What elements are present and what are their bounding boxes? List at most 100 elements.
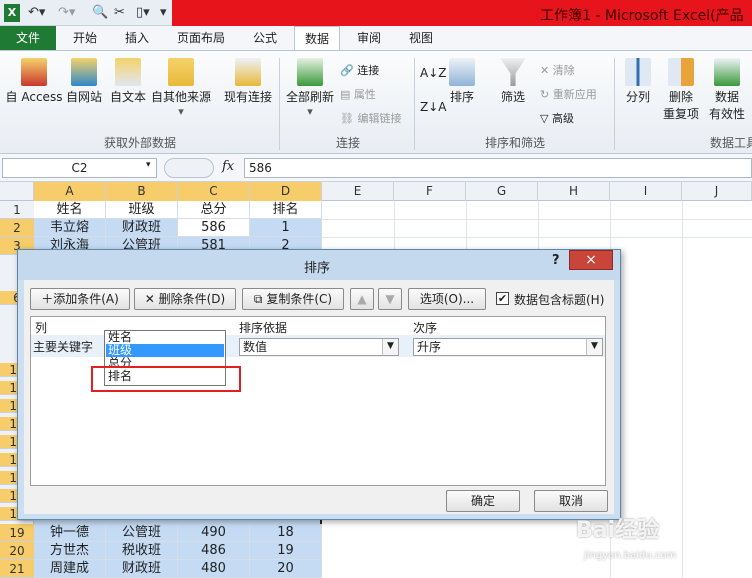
tools-icon[interactable]: ✂	[114, 4, 125, 22]
order-combo[interactable]: 升序 ▼	[413, 338, 603, 356]
cell[interactable]: 18	[250, 524, 322, 542]
text-file-icon	[115, 58, 141, 86]
cell[interactable]: 班级	[106, 201, 178, 219]
edit-links-icon: ⛓	[340, 112, 358, 125]
from-text-button[interactable]: 自文本	[106, 58, 150, 105]
advanced-filter-button[interactable]: ▽ 高级	[540, 110, 574, 126]
existing-connections-icon	[235, 58, 261, 86]
close-button[interactable]: ×	[569, 250, 613, 270]
formula-bar-resize-handle[interactable]	[164, 158, 214, 178]
sort-ascending-button[interactable]: A↓Z	[420, 66, 446, 80]
cell[interactable]: 税收班	[106, 542, 178, 560]
add-level-button[interactable]: ＋添加条件(A)	[30, 288, 130, 310]
cell[interactable]: 1	[250, 219, 322, 237]
funnel-icon	[500, 58, 526, 86]
filter-button[interactable]: 筛选	[496, 58, 530, 105]
properties-button: ▤ 属性	[340, 88, 376, 101]
cell[interactable]: 财政班	[106, 560, 178, 578]
tab-formulas[interactable]: 公式	[242, 26, 288, 50]
arrow-up-icon: ▲	[357, 292, 367, 306]
cancel-button[interactable]: 取消	[534, 490, 608, 512]
redo-icon[interactable]: ↷▾	[58, 4, 75, 22]
cell[interactable]: 总分	[178, 201, 250, 219]
from-web-button[interactable]: 自网站	[62, 58, 106, 105]
column-header-d[interactable]: D	[250, 182, 322, 201]
cell[interactable]: 公管班	[106, 524, 178, 542]
move-down-button[interactable]: ▼	[378, 288, 402, 310]
cell[interactable]: 20	[250, 560, 322, 578]
name-box[interactable]: C2	[2, 158, 157, 178]
tab-home[interactable]: 开始	[62, 26, 108, 50]
column-header-i[interactable]: I	[610, 182, 682, 201]
cell[interactable]: 方世杰	[34, 542, 106, 560]
name-box-dropdown-icon[interactable]: ▾	[146, 160, 151, 170]
tab-page-layout[interactable]: 页面布局	[166, 26, 236, 50]
help-icon[interactable]: ?	[552, 253, 560, 268]
cell[interactable]: 钟一德	[34, 524, 106, 542]
column-header-f[interactable]: F	[394, 182, 466, 201]
data-validation-icon	[714, 58, 740, 86]
column-header-j[interactable]: J	[682, 182, 752, 201]
remove-duplicates-button[interactable]: 删除 重复项	[660, 58, 702, 122]
column-header-e[interactable]: E	[322, 182, 394, 201]
formula-input[interactable]: 586	[244, 158, 752, 178]
advanced-filter-icon: ▽	[540, 112, 552, 125]
ok-button[interactable]: 确定	[446, 490, 520, 512]
from-access-button[interactable]: 自 Access	[4, 58, 64, 105]
column-header-b[interactable]: B	[106, 182, 178, 201]
cell[interactable]: 490	[178, 524, 250, 542]
gridline	[322, 237, 752, 238]
connections-button[interactable]: 🔗 连接	[340, 62, 379, 78]
row-header[interactable]: 21	[0, 560, 34, 578]
row-header[interactable]: 2	[0, 219, 34, 237]
undo-icon[interactable]: ↶▾	[28, 4, 45, 22]
cell[interactable]: 486	[178, 542, 250, 560]
cell[interactable]: 480	[178, 560, 250, 578]
tab-view[interactable]: 视图	[398, 26, 444, 50]
has-headers-checkbox[interactable]: ✔	[496, 292, 509, 305]
gridline	[682, 201, 683, 578]
text-to-columns-button[interactable]: 分列	[618, 58, 658, 105]
refresh-all-button[interactable]: 全部刷新 ▾	[284, 58, 336, 118]
row-header[interactable]: 1	[0, 201, 34, 219]
chevron-down-icon[interactable]: ▼	[586, 339, 602, 355]
column-header-a[interactable]: A	[34, 182, 106, 201]
sort-icon	[449, 58, 475, 86]
column-header-c[interactable]: C	[178, 182, 250, 201]
cell[interactable]: 排名	[250, 201, 322, 219]
cell[interactable]: 19	[250, 542, 322, 560]
sort-on-combo[interactable]: 数值 ▼	[239, 338, 399, 356]
tab-data[interactable]: 数据	[294, 26, 340, 50]
primary-key-label: 主要关键字	[33, 340, 94, 354]
customize-qat-icon[interactable]: ▾	[160, 4, 167, 22]
options-button[interactable]: 选项(O)...	[408, 288, 486, 310]
data-validation-button[interactable]: 数据 有效性	[704, 58, 750, 122]
column-header-h[interactable]: H	[538, 182, 610, 201]
reapply-button: ↻ 重新应用	[540, 88, 597, 101]
select-all-corner[interactable]	[0, 182, 34, 201]
delete-level-button[interactable]: ✕ 删除条件(D)	[134, 288, 236, 310]
cell[interactable]: 姓名	[34, 201, 106, 219]
chevron-down-icon[interactable]: ▼	[382, 339, 398, 355]
print-preview-icon[interactable]: 🔍	[92, 4, 108, 22]
cell[interactable]: 财政班	[106, 219, 178, 237]
row-header[interactable]: 20	[0, 542, 34, 560]
tab-file[interactable]: 文件	[0, 26, 56, 50]
remove-duplicates-icon	[668, 58, 694, 86]
web-icon	[71, 58, 97, 86]
sort-descending-button[interactable]: Z↓A	[420, 100, 446, 114]
new-doc-icon[interactable]: ▯▾	[136, 4, 150, 22]
existing-connections-button[interactable]: 现有连接	[220, 58, 276, 105]
column-header-g[interactable]: G	[466, 182, 538, 201]
tab-insert[interactable]: 插入	[114, 26, 160, 50]
copy-level-button[interactable]: ⧉ 复制条件(C)	[242, 288, 344, 310]
sort-button[interactable]: 排序	[446, 58, 478, 105]
move-up-button[interactable]: ▲	[350, 288, 374, 310]
row-header[interactable]: 19	[0, 524, 34, 542]
insert-function-icon[interactable]: fx	[222, 159, 234, 174]
from-other-sources-button[interactable]: 自其他来源 ▾	[150, 58, 212, 118]
tab-review[interactable]: 审阅	[346, 26, 392, 50]
cell[interactable]: 周建成	[34, 560, 106, 578]
cell[interactable]: 韦立熔	[34, 219, 106, 237]
active-cell[interactable]: 586	[178, 219, 250, 237]
